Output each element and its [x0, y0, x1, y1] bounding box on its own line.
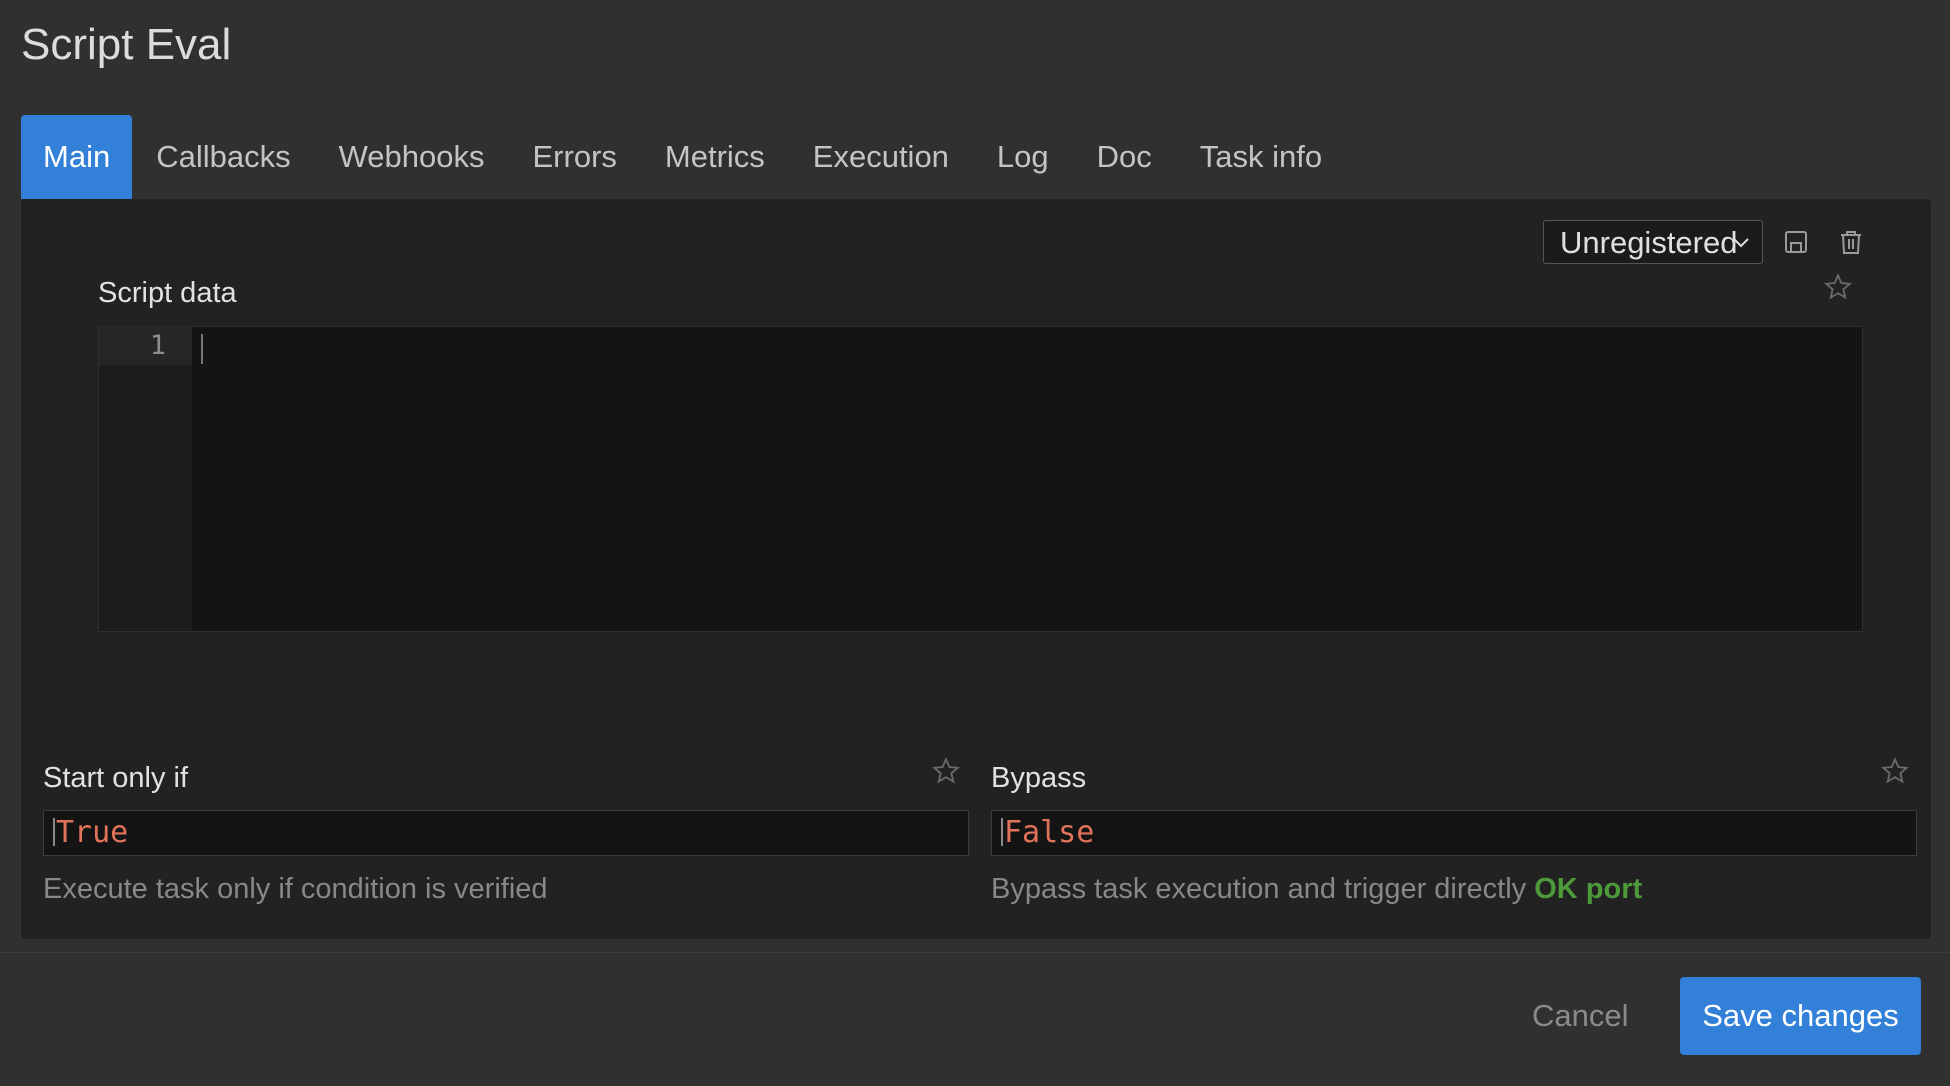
tab-task-info[interactable]: Task info	[1176, 115, 1346, 199]
tab-log[interactable]: Log	[973, 115, 1073, 199]
bypass-input[interactable]: False	[991, 810, 1917, 856]
script-favorite-star-icon[interactable]	[1824, 273, 1852, 301]
start-only-if-input[interactable]: True	[43, 810, 969, 856]
tab-metrics[interactable]: Metrics	[641, 115, 789, 199]
bypass-help: Bypass task execution and trigger direct…	[991, 873, 1642, 906]
main-panel: Unregistered Script data 1 Start only if…	[21, 199, 1931, 939]
start-only-if-label: Start only if	[43, 762, 189, 794]
editor-caret	[201, 334, 203, 364]
tab-doc[interactable]: Doc	[1073, 115, 1176, 199]
tab-webhooks[interactable]: Webhooks	[315, 115, 509, 199]
script-data-label: Script data	[98, 277, 237, 309]
bypass-help-text: Bypass task execution and trigger direct…	[991, 873, 1527, 905]
input-caret	[1001, 817, 1003, 846]
editor-gutter: 1	[99, 327, 192, 631]
cancel-button[interactable]: Cancel	[1532, 998, 1629, 1034]
bypass-star-icon[interactable]	[1881, 757, 1909, 785]
footer-divider	[0, 952, 1950, 953]
page-title: Script Eval	[21, 20, 232, 69]
registration-status-value: Unregistered	[1560, 225, 1738, 260]
tab-main[interactable]: Main	[21, 115, 133, 199]
save-icon[interactable]	[1783, 229, 1809, 255]
start-only-if-star-icon[interactable]	[932, 757, 960, 785]
bypass-label: Bypass	[991, 762, 1087, 794]
tab-execution[interactable]: Execution	[789, 115, 973, 199]
tab-callbacks[interactable]: Callbacks	[132, 115, 314, 199]
bypass-value: False	[1004, 815, 1095, 850]
registration-status-select[interactable]: Unregistered	[1543, 220, 1763, 264]
start-only-if-value: True	[56, 815, 129, 850]
chevron-down-icon	[1732, 221, 1750, 277]
start-only-if-help: Execute task only if condition is verifi…	[43, 873, 548, 905]
tab-errors[interactable]: Errors	[509, 115, 641, 199]
line-number: 1	[99, 327, 192, 365]
save-changes-button[interactable]: Save changes	[1680, 977, 1921, 1055]
ok-port-highlight: OK port	[1534, 873, 1643, 905]
input-caret	[53, 817, 55, 846]
script-editor[interactable]: 1	[98, 326, 1863, 632]
trash-icon[interactable]	[1838, 229, 1864, 255]
tab-bar: Main Callbacks Webhooks Errors Metrics E…	[21, 115, 1346, 199]
